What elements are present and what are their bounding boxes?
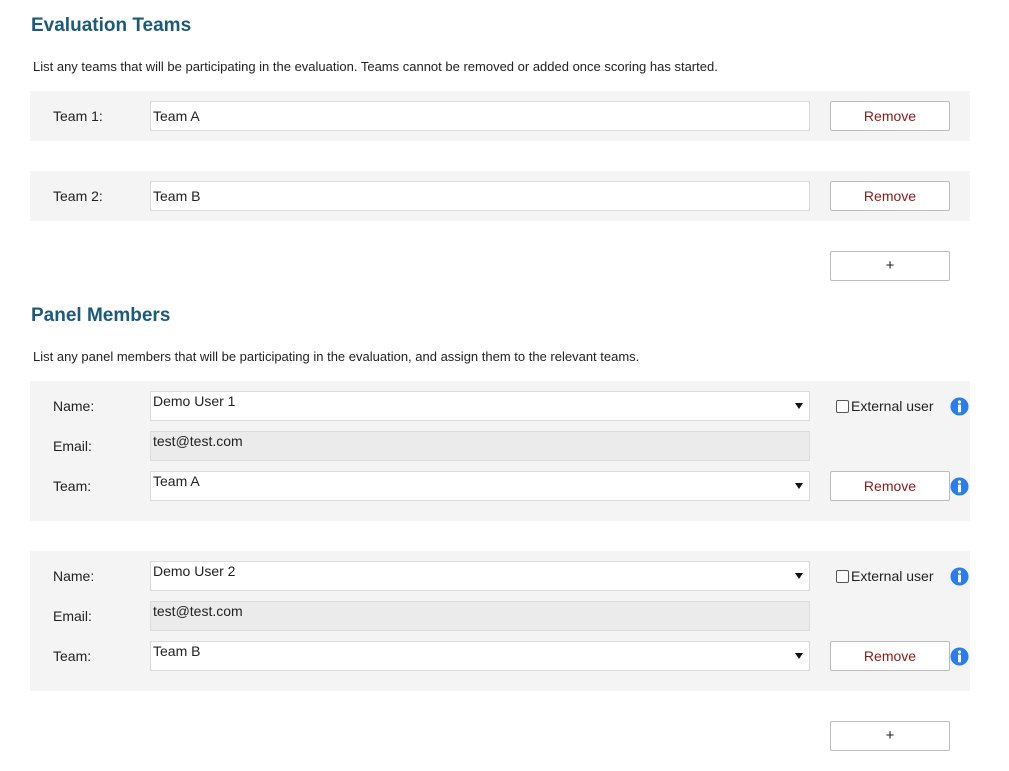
member-1-external-user[interactable]: External user [836, 398, 933, 414]
member-1-name-value: Demo User 1 [153, 393, 236, 409]
member-2-team-select[interactable]: Team B [150, 641, 810, 671]
add-team-button[interactable]: + [830, 251, 950, 281]
member-2-external-user[interactable]: External user [836, 568, 933, 584]
evaluation-teams-description: List any teams that will be participatin… [33, 59, 718, 74]
member-2-name-select[interactable]: Demo User 2 [150, 561, 810, 591]
member-1-external-checkbox[interactable] [836, 399, 849, 413]
member-1-team-value: Team A [153, 473, 200, 489]
member-2-remove-button[interactable]: Remove [830, 641, 950, 671]
member-1-email-label: Email: [53, 438, 92, 454]
member-2-external-checkbox[interactable] [836, 569, 849, 583]
chevron-down-icon [795, 573, 803, 579]
info-icon[interactable] [950, 397, 969, 416]
team-2-remove-button[interactable]: Remove [830, 181, 950, 211]
team-1-name-input[interactable] [150, 101, 810, 131]
member-2-email-label: Email: [53, 608, 92, 624]
team-2-name-input[interactable] [150, 181, 810, 211]
member-2-email-value: test@test.com [153, 603, 243, 619]
panel-members-description: List any panel members that will be part… [33, 349, 640, 364]
info-icon[interactable] [950, 567, 969, 586]
add-panel-member-button[interactable]: + [830, 721, 950, 751]
member-2-team-value: Team B [153, 643, 201, 659]
member-2-external-label: External user [851, 568, 934, 584]
member-1-external-label: External user [851, 398, 934, 414]
member-1-name-select[interactable]: Demo User 1 [150, 391, 810, 421]
team-2-label: Team 2: [53, 188, 103, 204]
member-1-email-value: test@test.com [153, 433, 243, 449]
chevron-down-icon [795, 403, 803, 409]
member-2-email-field: test@test.com [150, 601, 810, 631]
member-1-team-label: Team: [53, 478, 92, 494]
team-1-label: Team 1: [53, 108, 103, 124]
chevron-down-icon [795, 483, 803, 489]
panel-members-title: Panel Members [31, 305, 171, 326]
info-icon[interactable] [950, 647, 969, 666]
member-2-name-value: Demo User 2 [153, 563, 236, 579]
member-2-team-label: Team: [53, 648, 92, 664]
member-1-remove-button[interactable]: Remove [830, 471, 950, 501]
chevron-down-icon [795, 653, 803, 659]
member-1-name-label: Name: [53, 398, 95, 414]
evaluation-teams-title: Evaluation Teams [31, 15, 192, 36]
member-2-name-label: Name: [53, 568, 95, 584]
team-1-remove-button[interactable]: Remove [830, 101, 950, 131]
member-1-email-field: test@test.com [150, 431, 810, 461]
info-icon[interactable] [950, 477, 969, 496]
member-1-team-select[interactable]: Team A [150, 471, 810, 501]
